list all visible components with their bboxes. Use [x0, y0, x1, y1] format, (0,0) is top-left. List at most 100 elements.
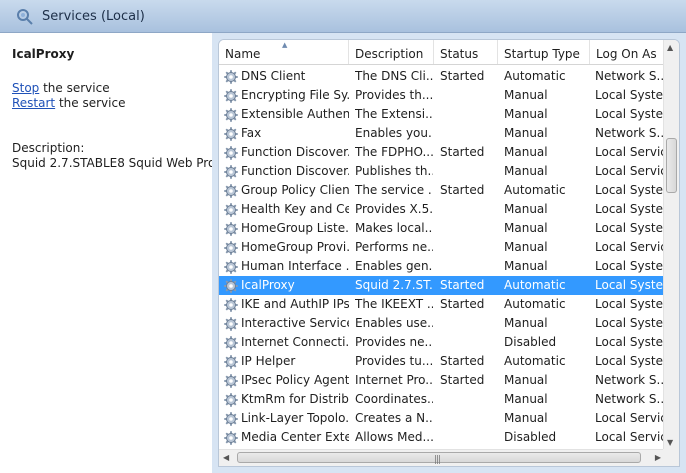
service-name-cell: Extensible Authen...	[241, 107, 349, 121]
service-row[interactable]: Function Discover... The FDPHO... Started M…	[219, 143, 665, 162]
service-row[interactable]: Link-Layer Topolo... Creates a N... Manual…	[219, 409, 665, 428]
service-name-cell: Interactive Service...	[241, 316, 349, 330]
restart-link[interactable]: Restart	[12, 96, 55, 110]
service-row[interactable]: Human Interface ... Enables gen... Manual L…	[219, 257, 665, 276]
service-startup-cell: Disabled	[504, 335, 557, 349]
service-startup-cell: Automatic	[504, 297, 566, 311]
service-gear-icon	[223, 335, 239, 351]
selected-service-name: IcalProxy	[12, 47, 75, 61]
service-name-cell: Function Discover...	[241, 164, 349, 178]
horizontal-scrollbar[interactable]: ◀ ||| ▶	[219, 449, 665, 466]
service-row[interactable]: Fax Enables you... Manual Network S...	[219, 124, 665, 143]
scroll-down-icon[interactable]: ▼	[667, 438, 673, 447]
service-startup-cell: Manual	[504, 373, 548, 387]
service-status-cell: Started	[440, 354, 485, 368]
service-description-cell: Allows Med...	[355, 430, 433, 444]
service-name-cell: IP Helper	[241, 354, 296, 368]
service-name-cell: Health Key and Ce...	[241, 202, 349, 216]
service-logon-cell: Local Syste...	[595, 202, 665, 216]
service-row[interactable]: Internet Connecti... Provides ne... Disabl…	[219, 333, 665, 352]
service-gear-icon	[223, 145, 239, 161]
service-status-cell	[440, 333, 498, 352]
stop-suffix: the service	[39, 81, 110, 95]
service-row[interactable]: HomeGroup Liste... Makes local... Manual Lo…	[219, 219, 665, 238]
restart-action: Restart the service	[12, 96, 125, 110]
service-startup-cell: Manual	[504, 107, 548, 121]
service-row[interactable]: IKE and AuthIP IPs... The IKEEXT ... Start…	[219, 295, 665, 314]
services-list-panel: Name ▲ Description Status Startup Type L…	[212, 33, 686, 473]
service-status-cell: Started	[440, 278, 485, 292]
stop-action: Stop the service	[12, 81, 110, 95]
scroll-right-icon[interactable]: ▶	[655, 453, 661, 462]
service-name-cell: IKE and AuthIP IPs...	[241, 297, 349, 311]
service-status-cell: Started	[440, 145, 485, 159]
horizontal-scroll-thumb[interactable]: |||	[237, 452, 641, 465]
scroll-up-icon[interactable]: ▲	[667, 43, 673, 52]
service-description-cell: The DNS Cli...	[355, 69, 433, 83]
service-description-cell: Enables you...	[355, 126, 433, 140]
service-logon-cell: Local Syste...	[595, 316, 665, 330]
scroll-left-icon[interactable]: ◀	[223, 453, 229, 462]
service-description-cell: The FDPHO...	[355, 145, 433, 159]
service-row[interactable]: Health Key and Ce... Provides X.5... Manua…	[219, 200, 665, 219]
service-startup-cell: Manual	[504, 221, 548, 235]
service-status-cell	[440, 162, 498, 181]
service-logon-cell: Local Syste...	[595, 221, 665, 235]
service-gear-icon	[223, 240, 239, 256]
service-description-cell: The Extensi...	[355, 107, 433, 121]
service-logon-cell: Network S...	[595, 126, 665, 140]
service-row[interactable]: Extensible Authen... The Extensi... Manual…	[219, 105, 665, 124]
column-header-status[interactable]: Status	[434, 40, 498, 64]
vertical-scrollbar[interactable]: ▲ ▼	[663, 40, 679, 450]
column-header-startup-type[interactable]: Startup Type	[498, 40, 590, 64]
services-grid: Name ▲ Description Status Startup Type L…	[218, 39, 680, 467]
service-description-cell: Creates a N...	[355, 411, 433, 425]
service-logon-cell: Local Syste...	[595, 88, 665, 102]
service-row[interactable]: Function Discover... Publishes th... Manua…	[219, 162, 665, 181]
vertical-scroll-thumb[interactable]	[666, 138, 677, 193]
service-logon-cell: Local Syste...	[595, 183, 665, 197]
service-row[interactable]: KtmRm for Distrib... Coordinates... Manual…	[219, 390, 665, 409]
service-row[interactable]: HomeGroup Provi... Performs ne... Manual Lo…	[219, 238, 665, 257]
service-logon-cell: Local Syste...	[595, 335, 665, 349]
column-header-description[interactable]: Description	[349, 40, 434, 64]
service-gear-icon	[223, 164, 239, 180]
service-row[interactable]: IP Helper Provides tu... Started Automatic L…	[219, 352, 665, 371]
service-startup-cell: Manual	[504, 240, 548, 254]
service-status-cell	[440, 409, 498, 428]
service-row[interactable]: IPsec Policy Agent Internet Pro... Started…	[219, 371, 665, 390]
service-row[interactable]: IcalProxy Squid 2.7.ST... Started Automatic…	[219, 276, 665, 295]
service-gear-icon	[223, 373, 239, 389]
service-status-cell	[440, 105, 498, 124]
service-startup-cell: Manual	[504, 88, 548, 102]
service-logon-cell: Local Syste...	[595, 354, 665, 368]
service-gear-icon	[223, 278, 239, 294]
service-row[interactable]: Encrypting File Sy... Provides th... Manua…	[219, 86, 665, 105]
service-name-cell: IcalProxy	[241, 278, 295, 292]
service-description-cell: Publishes th...	[355, 164, 433, 178]
service-startup-cell: Manual	[504, 126, 548, 140]
service-description-cell: Makes local...	[355, 221, 433, 235]
service-logon-cell: Local Syste...	[595, 259, 665, 273]
service-status-cell	[440, 219, 498, 238]
service-gear-icon	[223, 107, 239, 123]
service-gear-icon	[223, 297, 239, 313]
service-status-cell: Started	[440, 183, 485, 197]
service-gear-icon	[223, 126, 239, 142]
service-row[interactable]: Interactive Service... Enables use... Manu…	[219, 314, 665, 333]
service-row[interactable]: DNS Client The DNS Cli... Started Automatic…	[219, 67, 665, 86]
service-startup-cell: Manual	[504, 164, 548, 178]
scroll-grip-icon: |||	[434, 455, 441, 465]
service-row[interactable]: Media Center Exte... Allows Med... Disable…	[219, 428, 665, 447]
stop-link[interactable]: Stop	[12, 81, 39, 95]
service-row[interactable]: Group Policy Client The service ... Starte…	[219, 181, 665, 200]
service-description-cell: Enables use...	[355, 316, 433, 330]
column-header-log-on-as[interactable]: Log On As	[590, 40, 665, 64]
service-gear-icon	[223, 430, 239, 446]
service-name-cell: Human Interface ...	[241, 259, 349, 273]
service-status-cell	[440, 257, 498, 276]
description-label: Description:	[12, 141, 85, 155]
service-gear-icon	[223, 392, 239, 408]
column-header-name[interactable]: Name ▲	[219, 40, 349, 64]
service-logon-cell: Local Service	[595, 430, 665, 444]
